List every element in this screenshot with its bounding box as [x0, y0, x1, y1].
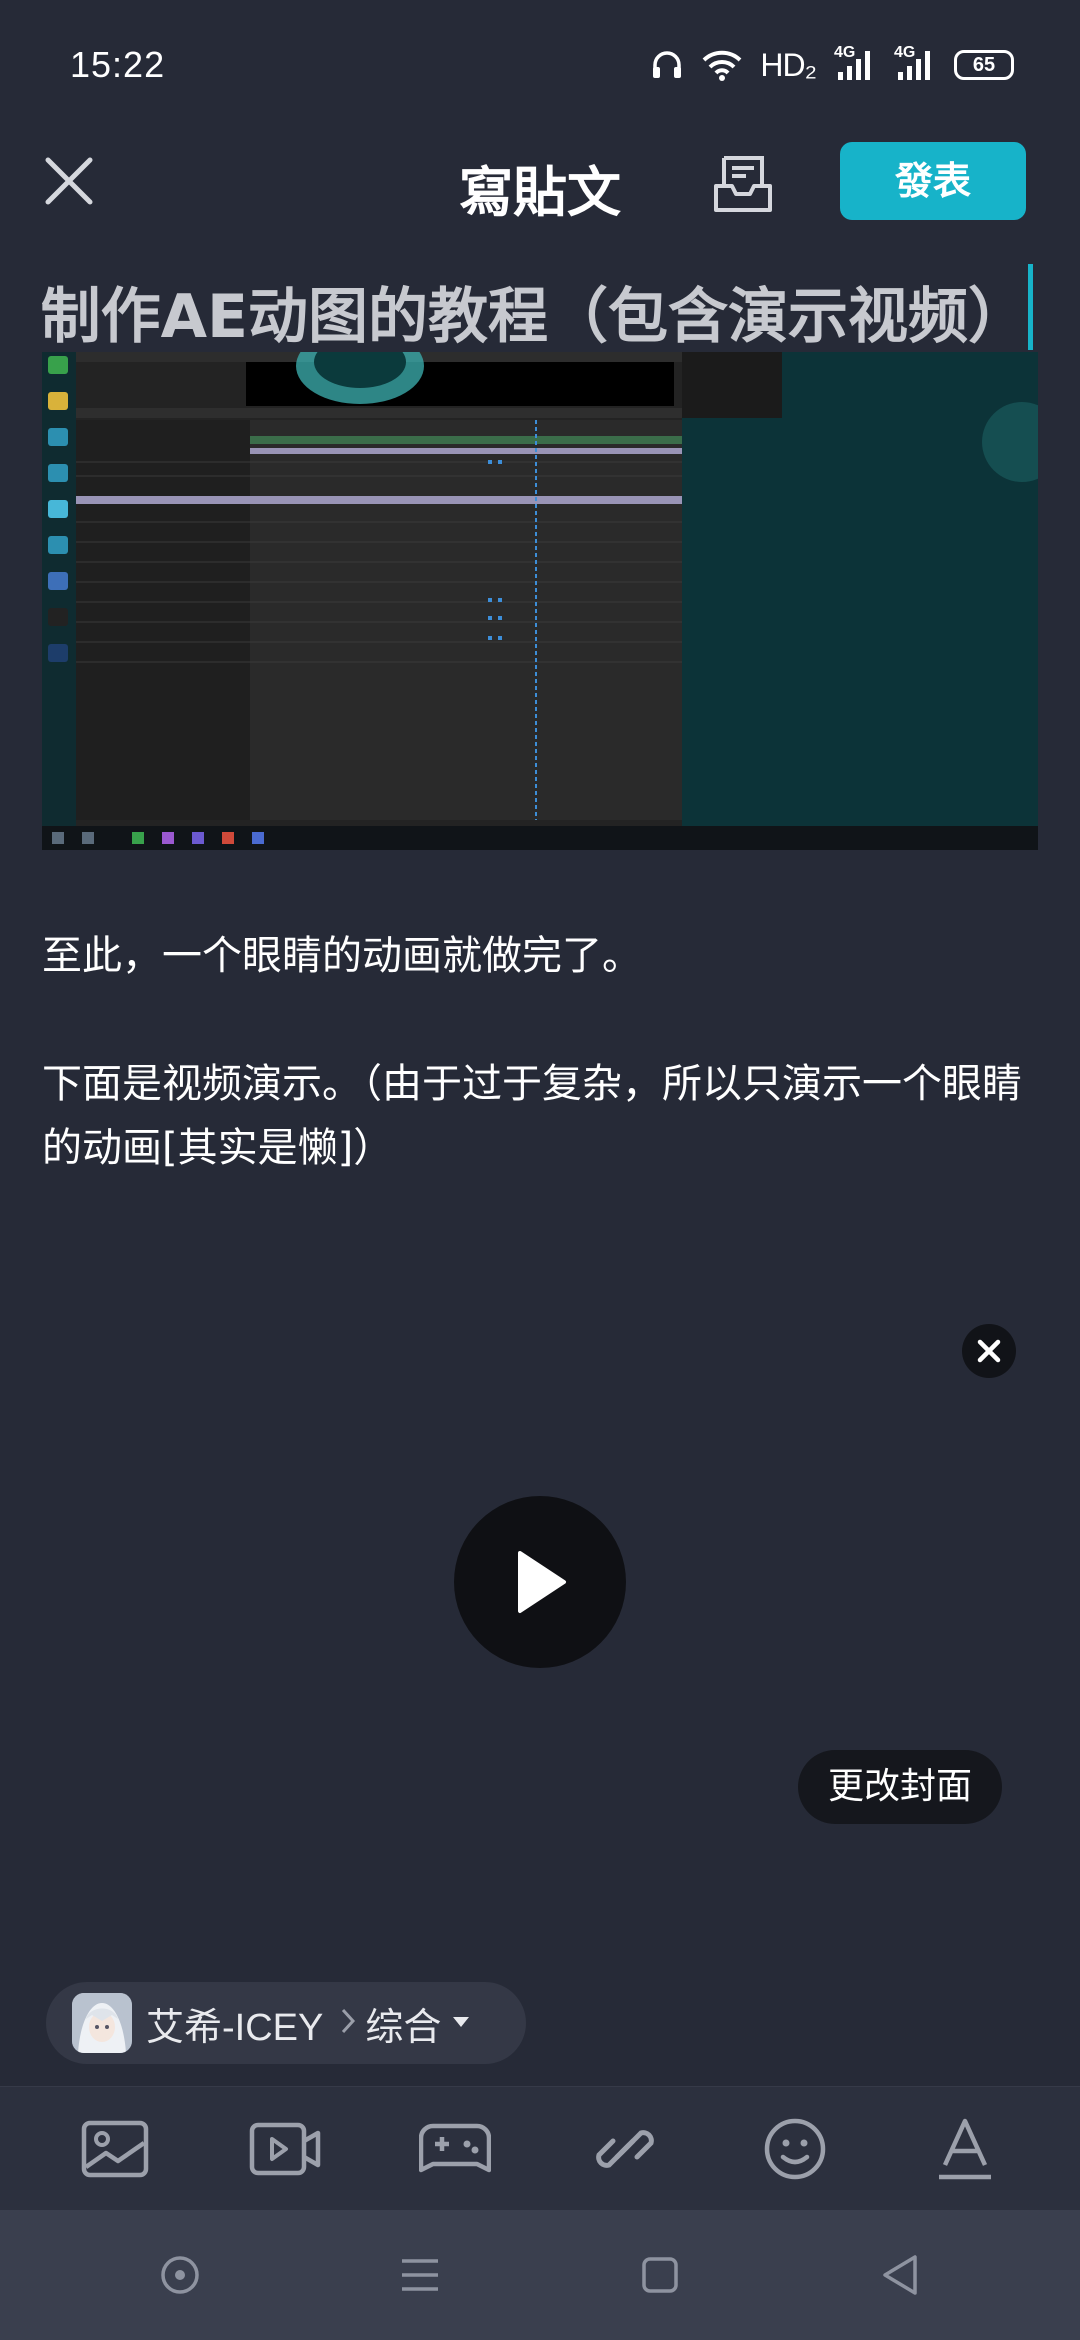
battery-icon: 65	[954, 50, 1014, 80]
drafts-box-icon	[714, 156, 772, 212]
editor-toolbar	[0, 2086, 1080, 2210]
page-title: 寫貼文	[459, 161, 621, 224]
status-time: 15:22	[70, 44, 166, 85]
play-icon	[518, 1551, 566, 1613]
author-name: 艾希-ICEY	[146, 2006, 324, 2049]
emoji-icon	[764, 2118, 826, 2179]
embedded-screenshot-image[interactable]	[42, 352, 1038, 850]
insert-link-button[interactable]	[580, 2104, 670, 2194]
post-title-field[interactable]: 制作AE动图的教程（包含演示视频）	[42, 262, 1038, 352]
menu-icon	[402, 2259, 438, 2291]
insert-emoji-button[interactable]	[750, 2104, 840, 2194]
system-nav-bar	[0, 2210, 1080, 2340]
image-icon	[81, 2120, 149, 2177]
close-button[interactable]	[40, 152, 98, 210]
drafts-button[interactable]	[712, 150, 774, 216]
ae-timeline-screenshot	[42, 352, 1038, 850]
insert-image-button[interactable]	[70, 2104, 160, 2194]
signal-icon-2: 4G	[894, 44, 936, 82]
text-cursor	[1028, 264, 1033, 350]
insert-game-button[interactable]	[410, 2104, 500, 2194]
channel-selector[interactable]: 艾希-ICEY 综合	[46, 1982, 526, 2064]
text-format-icon	[939, 2118, 991, 2179]
link-icon	[596, 2129, 654, 2168]
close-icon	[45, 157, 93, 205]
text-format-button[interactable]	[920, 2104, 1010, 2194]
home-square-icon	[642, 2257, 678, 2293]
close-icon	[977, 1339, 1001, 1363]
body-paragraph-2[interactable]: 下面是视频演示。（由于过于复杂，所以只演示一个眼睛的动画[其实是懒]）	[42, 1052, 1038, 1180]
network-type-label: HD₂	[760, 46, 817, 83]
wifi-icon	[702, 49, 742, 81]
headphones-icon	[650, 48, 684, 82]
home-button[interactable]	[620, 2235, 700, 2315]
body-paragraph-1[interactable]: 至此，一个眼睛的动画就做完了。	[42, 924, 1038, 988]
assistant-icon	[161, 2256, 199, 2294]
change-cover-button[interactable]: 更改封面	[798, 1750, 1002, 1824]
signal-icon-1: 4G	[834, 44, 876, 82]
menu-button[interactable]	[380, 2235, 460, 2315]
insert-video-button[interactable]	[240, 2104, 330, 2194]
status-icons: HD₂ 4G 4G 65	[650, 44, 1014, 84]
chevron-right-icon	[339, 2006, 357, 2040]
publish-button[interactable]: 發表	[840, 142, 1026, 220]
remove-video-button[interactable]	[962, 1324, 1016, 1378]
play-video-button[interactable]	[454, 1496, 626, 1668]
dropdown-caret-icon	[451, 2014, 471, 2033]
category-name: 综合	[365, 2004, 442, 2049]
assistant-button[interactable]	[140, 2235, 220, 2315]
gamepad-icon	[419, 2123, 491, 2172]
avatar	[72, 1993, 132, 2053]
top-bar: 寫貼文 發表	[0, 130, 1080, 230]
back-triangle-icon	[883, 2255, 917, 2295]
post-title-value: 制作AE动图的教程（包含演示视频）	[42, 282, 1028, 352]
status-bar: 15:22 HD₂ 4G 4G 65	[0, 0, 1080, 130]
back-button[interactable]	[860, 2235, 940, 2315]
video-icon	[249, 2122, 321, 2175]
